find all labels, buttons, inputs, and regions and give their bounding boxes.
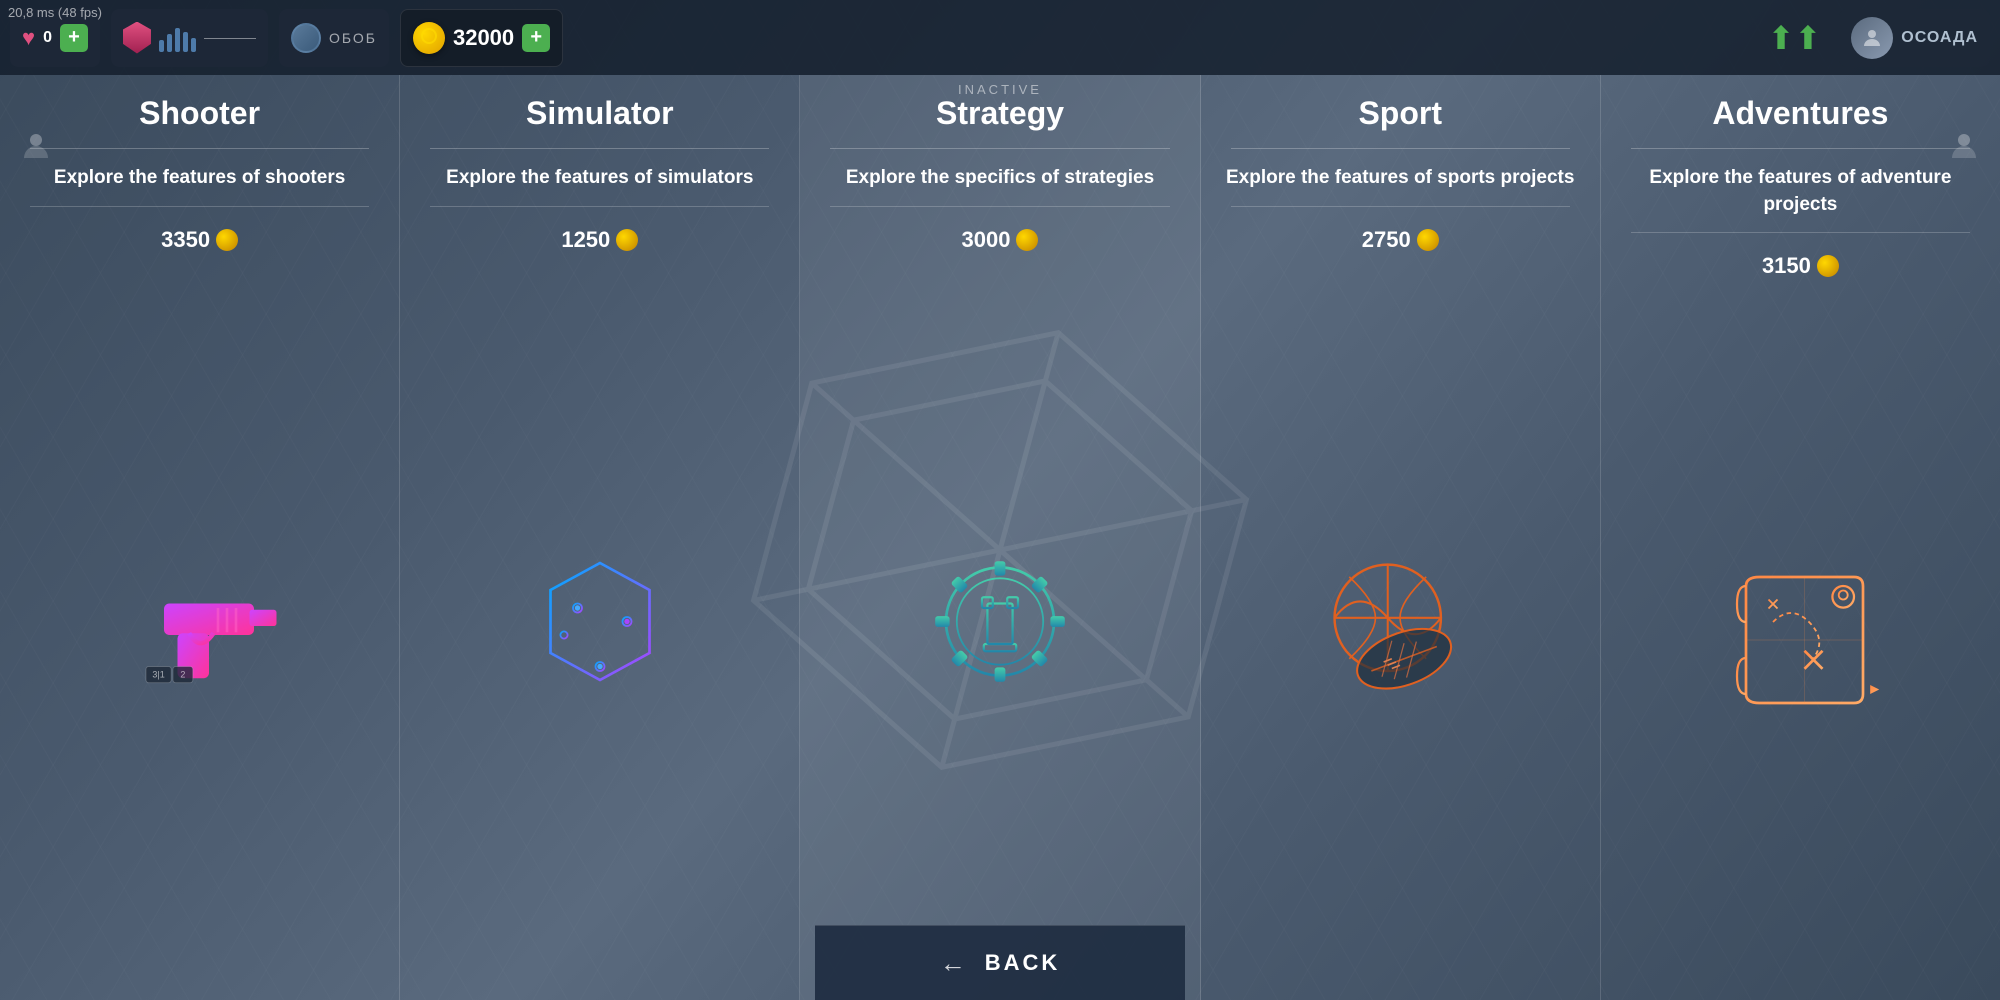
inactive-label: INACTIVE	[958, 82, 1042, 97]
username-label: ОСОАДА	[1901, 29, 1978, 47]
gun-icon: 3|1 2	[110, 536, 290, 716]
user-section: ОСОАДА	[1839, 9, 1990, 67]
shooter-divider2	[30, 206, 369, 207]
sport-divider2	[1231, 206, 1570, 207]
orb-icon	[291, 23, 321, 53]
cost-coin-icon	[216, 229, 238, 251]
shooter-title: Shooter	[139, 95, 260, 132]
currency-section: 32000 +	[400, 9, 563, 67]
simulator-divider	[430, 148, 769, 149]
sport-title: Sport	[1358, 95, 1442, 132]
adventures-title: Adventures	[1712, 95, 1888, 132]
strategy-divider2	[830, 206, 1169, 207]
shooter-divider	[30, 148, 369, 149]
simulator-cost: 1250	[561, 227, 638, 253]
shooter-desc: Explore the features of shooters	[34, 165, 365, 192]
sport-desc: Explore the features of sports projects	[1206, 165, 1594, 192]
orb-section: ОБОБ	[279, 9, 389, 67]
arrows-up-icon: ⬆⬆	[1768, 19, 1822, 57]
top-right-group: ⬆⬆ ОСОАДА	[1758, 9, 1990, 67]
map-icon	[1710, 550, 1890, 730]
chess-gear-icon	[910, 536, 1090, 716]
adventures-icon-area	[1710, 279, 1890, 1000]
shield-icon	[123, 22, 151, 54]
adventures-cost: 3150	[1762, 253, 1839, 279]
avatar	[1851, 17, 1893, 59]
shooter-icon-area: 3|1 2	[110, 253, 290, 1000]
simulator-divider2	[430, 206, 769, 207]
back-button[interactable]: ← BACK	[815, 925, 1185, 1000]
sport-cost: 2750	[1362, 227, 1439, 253]
svg-text:2: 2	[180, 670, 185, 680]
adventures-divider2	[1631, 232, 1970, 233]
sport-icon-area	[1310, 253, 1490, 1000]
coin-icon	[413, 22, 445, 54]
strategy-divider	[830, 148, 1169, 149]
sport-column[interactable]: Sport Explore the features of sports pro…	[1201, 75, 1601, 1000]
simulator-desc: Explore the features of simulators	[426, 165, 773, 192]
heart-icon: ♥	[22, 25, 35, 51]
columns-container: Shooter Explore the features of shooters…	[0, 75, 2000, 1000]
sim-cost-coin	[616, 229, 638, 251]
fps-counter: 20,8 ms (48 fps)	[8, 5, 102, 20]
add-health-button[interactable]: +	[60, 24, 88, 52]
strategy-cost: 3000	[962, 227, 1039, 253]
orb-label: ОБОБ	[329, 30, 377, 46]
strat-cost-coin	[1016, 229, 1038, 251]
strategy-column[interactable]: Strategy Explore the specifics of strate…	[800, 75, 1200, 1000]
add-currency-button[interactable]: +	[522, 24, 550, 52]
top-bar: ♥ 0 + ———— ОБОБ 32000 + ⬆⬆	[0, 0, 2000, 75]
shooter-cost: 3350	[161, 227, 238, 253]
bars-icon	[159, 24, 196, 52]
sports-icon	[1310, 536, 1490, 716]
strategy-title: Strategy	[936, 95, 1064, 132]
simulator-title: Simulator	[526, 95, 674, 132]
simulator-column[interactable]: Simulator Explore the features of simula…	[400, 75, 800, 1000]
adv-cost-coin	[1817, 255, 1839, 277]
back-arrow-icon: ←	[940, 948, 969, 979]
strategy-desc: Explore the specifics of strategies	[826, 165, 1174, 192]
sport-divider	[1231, 148, 1570, 149]
back-label: BACK	[985, 950, 1061, 976]
adventures-desc: Explore the features of adventure projec…	[1601, 165, 2000, 218]
cube-icon	[510, 536, 690, 716]
shield-section: ————	[111, 9, 268, 67]
simulator-icon-area	[510, 253, 690, 1000]
svg-text:3|1: 3|1	[152, 670, 164, 680]
currency-amount: 32000	[453, 25, 514, 51]
adventures-divider	[1631, 148, 1970, 149]
health-count: 0	[43, 29, 52, 47]
strategy-icon-area	[910, 253, 1090, 1000]
sport-cost-coin	[1417, 229, 1439, 251]
shooter-column[interactable]: Shooter Explore the features of shooters…	[0, 75, 400, 1000]
adventures-column[interactable]: Adventures Explore the features of adven…	[1601, 75, 2000, 1000]
person-icon	[20, 130, 52, 169]
person-icon-right	[1948, 130, 1980, 169]
